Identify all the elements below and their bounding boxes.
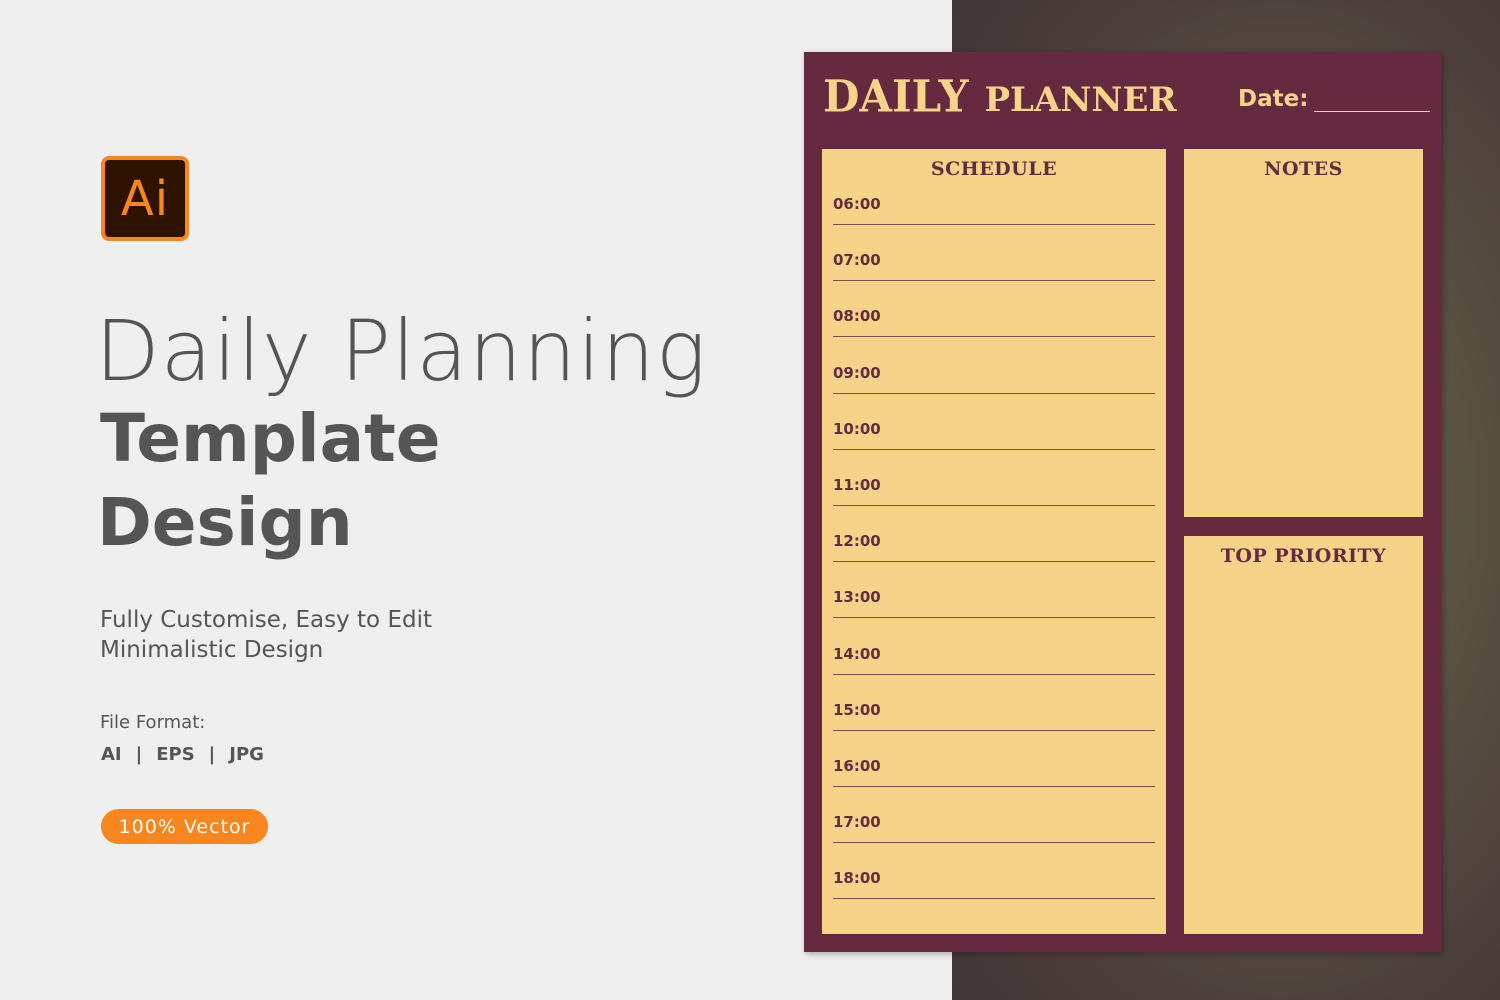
date-line: [1314, 91, 1431, 112]
schedule-write-line: [833, 224, 1155, 225]
format-separator: |: [135, 744, 143, 765]
schedule-slot: 12:00: [833, 530, 1155, 586]
schedule-write-line: [833, 448, 1155, 450]
vector-badge: 100% Vector: [101, 809, 268, 844]
planner-title-sub: PLANNER: [984, 80, 1177, 120]
heading-line-1: Daily Planning: [95, 302, 708, 400]
format-eps: EPS: [156, 744, 195, 765]
date-field: Date:: [1238, 86, 1431, 112]
schedule-write-line: [833, 842, 1155, 844]
format-ai: AI: [101, 744, 122, 765]
heading-line-2: Template: [100, 400, 441, 477]
schedule-write-line: [833, 336, 1155, 338]
schedule-write-line: [833, 504, 1155, 506]
top-priority-heading: TOP PRIORITY: [1220, 545, 1387, 567]
notes-heading: NOTES: [1264, 158, 1343, 180]
top-priority-panel: TOP PRIORITY: [1184, 536, 1423, 934]
file-format-label: File Format:: [100, 712, 206, 733]
schedule-time: 10:00: [833, 419, 881, 438]
schedule-time: 16:00: [833, 756, 881, 775]
schedule-slot: 08:00: [833, 305, 1155, 361]
schedule-slot: 10:00: [833, 418, 1155, 474]
schedule-write-line: [833, 785, 1155, 787]
schedule-time: 07:00: [833, 251, 881, 270]
subtitle-line-1: Fully Customise, Easy to Edit: [100, 607, 432, 633]
schedule-write-line: [833, 561, 1155, 563]
schedule-time: 13:00: [833, 588, 881, 607]
schedule-slot: 11:00: [833, 474, 1155, 530]
date-label: Date:: [1238, 86, 1309, 112]
schedule-write-line: [833, 280, 1155, 282]
schedule-write-line: [833, 392, 1155, 394]
schedule-write-line: [833, 617, 1155, 619]
schedule-slot: 09:00: [833, 362, 1155, 418]
schedule-time: 12:00: [833, 532, 881, 551]
schedule-time: 14:00: [833, 644, 881, 663]
schedule-write-line: [833, 673, 1155, 675]
schedule-time: 17:00: [833, 813, 881, 832]
daily-planner-sheet: DAILY PLANNER Date: SCHEDULE 06:00 07:00 0…: [804, 52, 1441, 952]
schedule-write-line: [833, 729, 1155, 731]
planner-title: DAILY PLANNER: [823, 70, 1177, 123]
format-separator: |: [208, 744, 216, 765]
schedule-slot: 07:00: [833, 249, 1155, 305]
schedule-slot: 16:00: [833, 755, 1155, 811]
schedule-time: 18:00: [833, 869, 881, 888]
schedule-slot: 14:00: [833, 643, 1155, 699]
adobe-illustrator-icon: Ai: [101, 156, 189, 241]
schedule-heading: SCHEDULE: [930, 158, 1058, 180]
schedule-time: 11:00: [833, 475, 881, 494]
subtitle-line-2: Minimalistic Design: [100, 637, 324, 663]
schedule-write-line: [833, 898, 1155, 900]
schedule-slots: 06:00 07:00 08:00 09:00 10:00 11:00 12:00 13:00…: [833, 193, 1155, 923]
planner-title-main: DAILY: [823, 70, 969, 123]
heading-line-3: Design: [97, 484, 353, 561]
schedule-time: 06:00: [833, 195, 881, 213]
file-format-list: AI | EPS | JPG: [101, 744, 264, 765]
schedule-time: 15:00: [833, 700, 881, 719]
schedule-panel: SCHEDULE 06:00 07:00 08:00 09:00 10:00 11:00 1…: [822, 149, 1166, 934]
schedule-time: 08:00: [833, 307, 881, 326]
schedule-slot: 13:00: [833, 586, 1155, 642]
schedule-time: 09:00: [833, 363, 881, 382]
format-jpg: JPG: [229, 744, 264, 765]
schedule-slot: 18:00: [833, 867, 1155, 923]
schedule-slot: 17:00: [833, 811, 1155, 867]
notes-panel: NOTES: [1184, 149, 1423, 517]
schedule-slot: 15:00: [833, 699, 1155, 755]
logo-text: Ai: [120, 170, 170, 227]
schedule-slot: 06:00: [833, 193, 1155, 249]
